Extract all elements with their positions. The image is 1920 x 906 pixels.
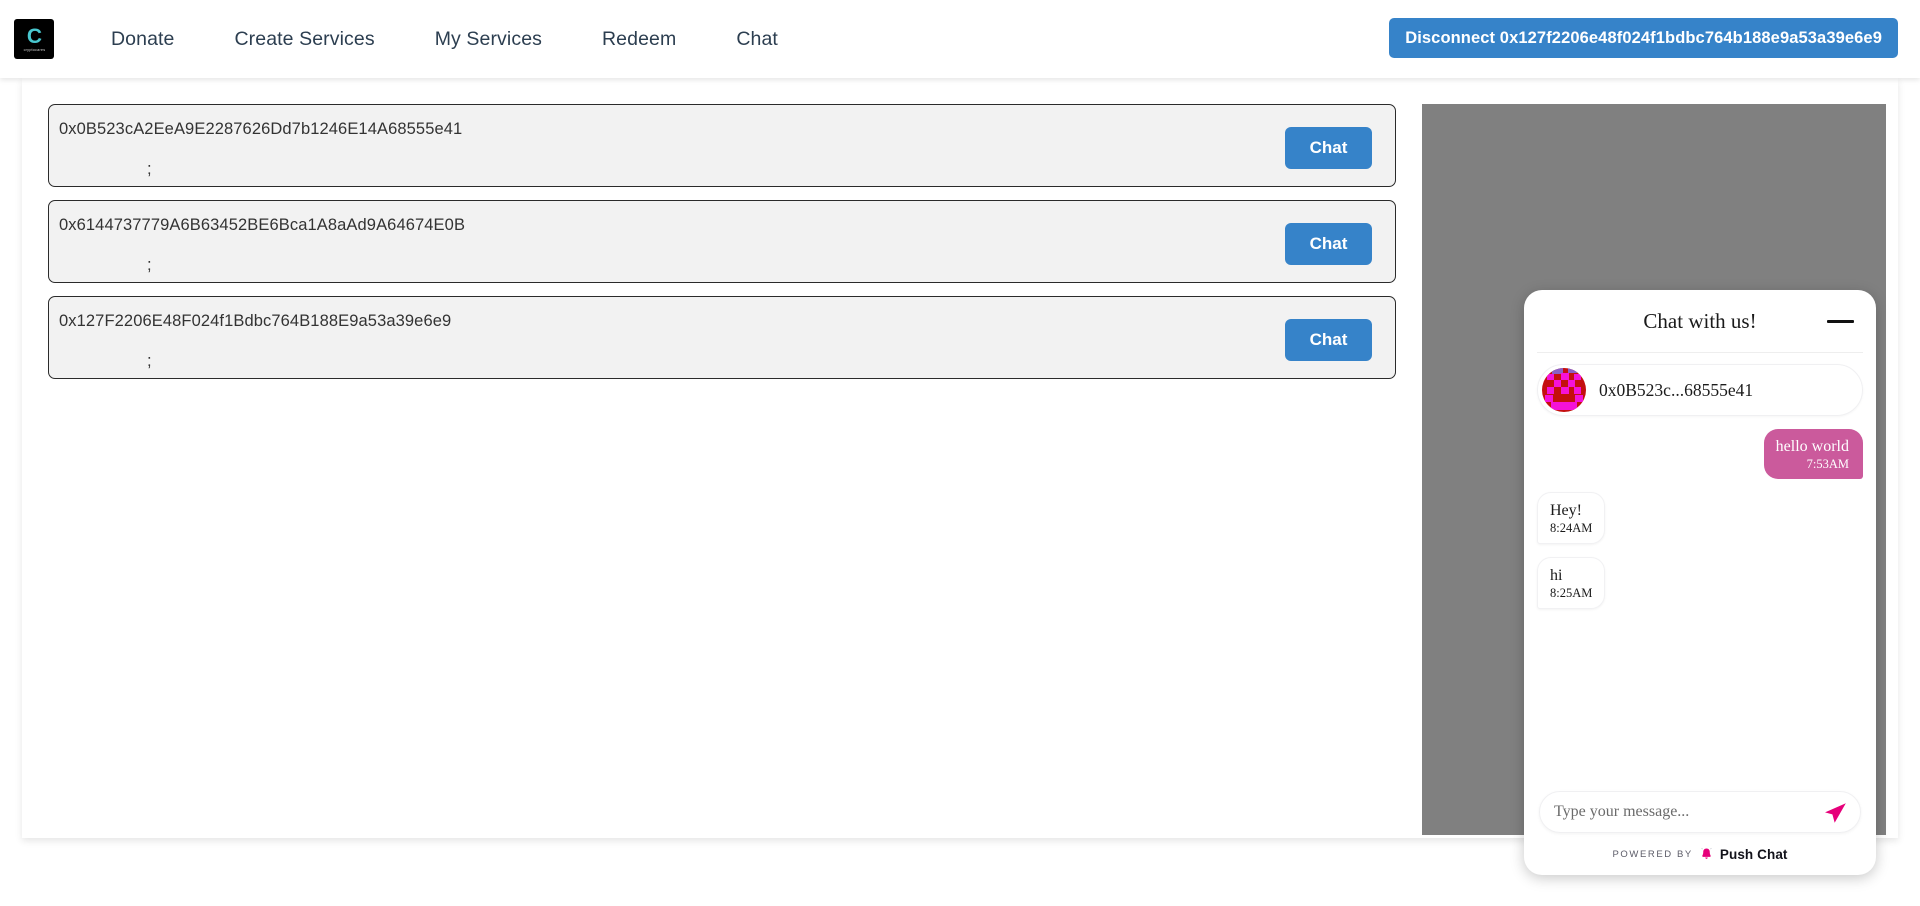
table-row: 0x0B523cA2EeA9E2287626Dd7b1246E14A68555e… [48,104,1396,187]
brand-logo-subtext: cryptocares [23,46,45,52]
nav-link-donate[interactable]: Donate [111,28,174,51]
row-note: ; [147,256,152,274]
bell-icon [1701,847,1712,859]
row-note: ; [147,352,152,370]
blockies-avatar-icon [1542,368,1586,412]
chat-bubble-incoming: Hey! 8:24AM [1537,492,1606,544]
message-row: hello world 7:53AM [1537,429,1863,479]
nav-link-redeem[interactable]: Redeem [602,28,676,51]
chat-contact-name: 0x0B523c...68555e41 [1599,379,1754,400]
message-text: hi [1550,567,1563,584]
nav-link-chat[interactable]: Chat [736,28,778,51]
chat-input-box[interactable] [1539,791,1861,833]
chat-message-list: 0x0B523c...68555e41 hello world 7:53AM H… [1524,353,1876,791]
disconnect-wallet-button[interactable]: Disconnect 0x127f2206e48f024f1bdbc764b18… [1389,18,1898,58]
push-chat-brand-label: Push Chat [1719,846,1788,862]
chat-bubble-incoming: hi 8:25AM [1537,557,1606,609]
chat-contact-pill[interactable]: 0x0B523c...68555e41 [1537,364,1863,416]
row-note: ; [147,160,152,178]
wallet-address: 0x0B523cA2EeA9E2287626Dd7b1246E14A68555e… [59,120,463,138]
address-list: 0x0B523cA2EeA9E2287626Dd7b1246E14A68555e… [22,78,1422,379]
message-text: hello world [1775,438,1849,455]
message-text: Hey! [1550,502,1582,519]
chat-input-area [1524,791,1876,833]
table-row: 0x127F2206E48F024f1Bdbc764B188E9a53a39e6… [48,296,1396,379]
minimize-icon[interactable] [1827,320,1854,323]
nav-links: Donate Create Services My Services Redee… [111,28,778,51]
message-input[interactable] [1554,803,1814,821]
send-icon[interactable] [1822,800,1848,826]
message-timestamp: 8:24AM [1550,521,1593,535]
chat-widget-footer: POWERED BY Push Chat [1524,833,1876,875]
chat-button[interactable]: Chat [1285,127,1372,169]
brand-logo-letter: C [26,24,42,48]
powered-by-label: POWERED BY [1612,848,1693,860]
brand-logo-icon[interactable]: C cryptocares [14,19,54,59]
chat-button[interactable]: Chat [1285,223,1372,265]
message-row: Hey! 8:24AM [1537,492,1863,544]
chat-widget-title: Chat with us! [1643,308,1757,333]
table-row: 0x6144737779A6B63452BE6Bca1A8aAd9A64674E… [48,200,1396,283]
chat-bubble-outgoing: hello world 7:53AM [1763,429,1863,479]
nav-link-my-services[interactable]: My Services [435,28,542,51]
wallet-address: 0x6144737779A6B63452BE6Bca1A8aAd9A64674E… [59,216,466,234]
chat-button[interactable]: Chat [1285,319,1372,361]
message-timestamp: 7:53AM [1806,457,1849,471]
message-row: hi 8:25AM [1537,557,1863,609]
push-chat-widget: Chat with us! 0x0B523c...68555e41 hello … [1524,290,1876,875]
top-navbar: C cryptocares Donate Create Services My … [0,0,1920,78]
message-timestamp: 8:25AM [1550,586,1593,600]
nav-link-create-services[interactable]: Create Services [234,28,374,51]
chat-widget-header: Chat with us! [1524,290,1876,352]
wallet-address: 0x127F2206E48F024f1Bdbc764B188E9a53a39e6… [59,312,452,330]
